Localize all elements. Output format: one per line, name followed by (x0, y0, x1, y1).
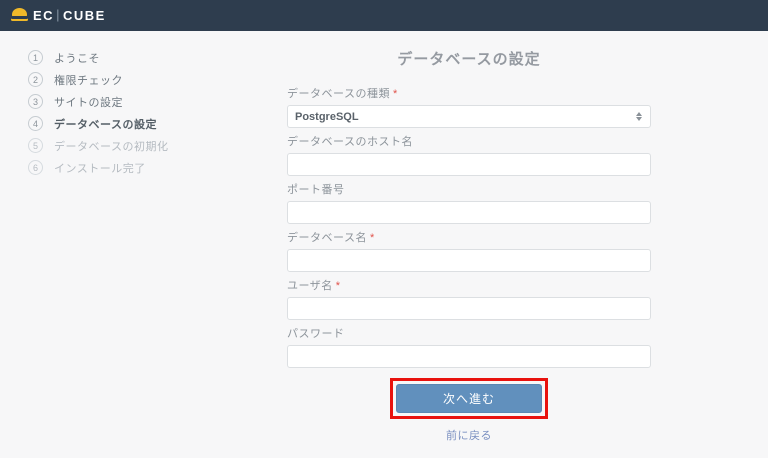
field-label-text: データベース名 (287, 232, 367, 244)
field-label-text: データベースの種類 (287, 88, 390, 100)
step-number-badge: 2 (28, 72, 43, 87)
step-label: データベースの設定 (54, 118, 157, 131)
logo-text-ec: EC (33, 8, 55, 23)
field-label: ポート番号 (287, 184, 651, 196)
field-label: データベースの種類 * (287, 88, 651, 100)
back-row: 前に戻る (287, 427, 651, 443)
field-database-host: データベースのホスト名 (287, 136, 651, 176)
field-database-name: データベース名 * (287, 232, 651, 272)
next-button[interactable]: 次へ進む (396, 384, 542, 413)
app-header: EC | CUBE (0, 0, 768, 31)
field-label-text: データベースのホスト名 (287, 136, 413, 148)
logo-text-cube: CUBE (62, 8, 106, 23)
field-label: データベース名 * (287, 232, 651, 244)
field-port-number: ポート番号 (287, 184, 651, 224)
step-number-badge: 4 (28, 116, 43, 131)
database-name-input[interactable] (287, 249, 651, 272)
database-host-input[interactable] (287, 153, 651, 176)
ec-cube-mascot-icon (11, 7, 28, 24)
step-database-init: 5 データベースの初期化 (28, 138, 168, 153)
step-label: サイトの設定 (54, 96, 123, 109)
user-name-input[interactable] (287, 297, 651, 320)
step-install-complete: 6 インストール完了 (28, 160, 168, 175)
step-number-badge: 1 (28, 50, 43, 65)
database-settings-form: データベースの設定 データベースの種類 * PostgreSQL データベースのホ… (287, 48, 651, 443)
field-database-type: データベースの種類 * PostgreSQL (287, 88, 651, 128)
ec-cube-logo: EC | CUBE (11, 7, 106, 24)
required-marker: * (369, 232, 375, 244)
step-label: ようこそ (54, 52, 100, 65)
field-label-text: ポート番号 (287, 184, 345, 196)
required-marker: * (392, 88, 398, 100)
field-label: データベースのホスト名 (287, 136, 651, 148)
step-welcome: 1 ようこそ (28, 50, 168, 65)
required-marker: * (335, 280, 341, 292)
page-title: データベースの設定 (397, 51, 541, 68)
install-steps-sidebar: 1 ようこそ 2 権限チェック 3 サイトの設定 4 データベースの設定 5 デ… (28, 50, 168, 175)
step-permission-check: 2 権限チェック (28, 72, 168, 87)
logo-separator: | (56, 7, 61, 22)
step-label: 権限チェック (54, 74, 123, 87)
annotation-highlight-box: 次へ進む (390, 378, 548, 419)
field-user-name: ユーザ名 * (287, 280, 651, 320)
field-label: ユーザ名 * (287, 280, 651, 292)
step-database-settings: 4 データベースの設定 (28, 116, 168, 131)
step-label: インストール完了 (54, 162, 146, 175)
field-label: パスワード (287, 328, 651, 340)
port-number-input[interactable] (287, 201, 651, 224)
database-type-select[interactable]: PostgreSQL (287, 105, 651, 128)
step-number-badge: 6 (28, 160, 43, 175)
logo-text: EC | CUBE (33, 7, 106, 23)
step-site-settings: 3 サイトの設定 (28, 94, 168, 109)
button-row: 次へ進む (287, 378, 651, 419)
step-number-badge: 5 (28, 138, 43, 153)
step-number-badge: 3 (28, 94, 43, 109)
selected-value: PostgreSQL (295, 110, 359, 123)
field-label-text: パスワード (287, 328, 345, 340)
field-label-text: ユーザ名 (287, 280, 333, 292)
step-label: データベースの初期化 (54, 140, 169, 153)
field-password: パスワード (287, 328, 651, 368)
password-input[interactable] (287, 345, 651, 368)
select-stepper-icon (636, 112, 642, 121)
back-link[interactable]: 前に戻る (446, 427, 492, 443)
